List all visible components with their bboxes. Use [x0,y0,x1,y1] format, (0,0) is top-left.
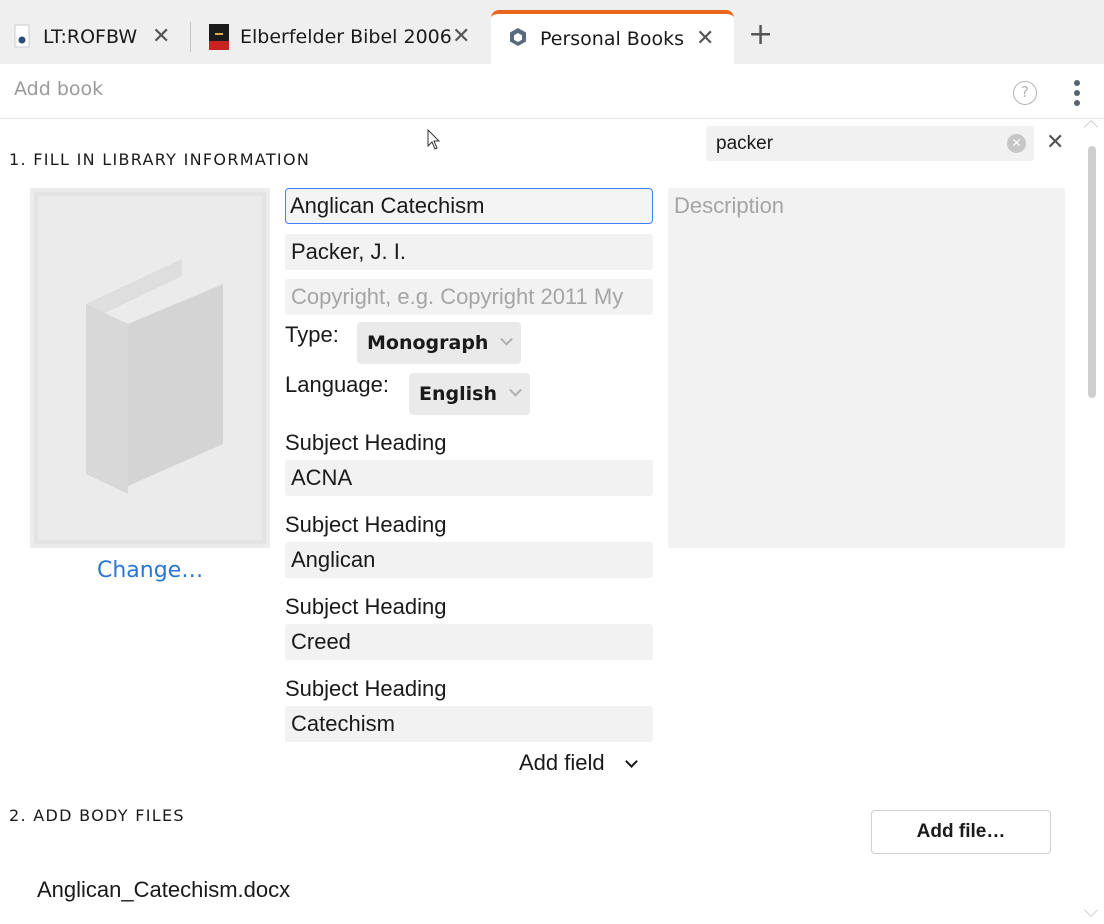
close-icon[interactable]: ✕ [152,26,170,48]
page-title: Add book [14,78,104,100]
copyright-field[interactable] [285,279,653,315]
add-file-button[interactable]: Add file… [871,810,1051,854]
language-label: Language: [285,372,389,397]
subject-heading-field[interactable] [285,624,653,660]
subject-heading-field[interactable] [285,542,653,578]
chevron-down-icon [509,383,522,397]
toolbar: Add book ? [0,64,1104,119]
title-field[interactable] [285,188,653,224]
tab-elberfelder[interactable]: Elberfelder Bibel 2006 ✕ [192,10,488,64]
bible-cover-icon [209,24,229,50]
add-field-button[interactable]: Add field [519,750,605,776]
search-input[interactable] [716,130,996,157]
chevron-down-icon [500,332,514,346]
subject-heading-label: Subject Heading [285,430,447,455]
tab-label: LT:ROFBW [43,26,138,48]
tab-personal-books[interactable]: Personal Books ✕ [491,10,734,64]
section-title-body-files: 2. ADD BODY FILES [9,806,185,825]
type-dropdown[interactable]: Monograph [357,322,522,364]
tab-divider [190,22,191,52]
author-field[interactable] [285,234,653,270]
book-placeholder-icon [86,259,223,494]
tab-label: Personal Books [540,28,684,50]
file-list-item[interactable]: Anglican_Catechism.docx [37,877,290,903]
description-field[interactable] [668,188,1065,548]
type-value: Monograph [367,332,489,354]
close-icon[interactable]: ✕ [1046,131,1064,155]
tab-label: Elberfelder Bibel 2006 [240,26,452,48]
subject-heading-field[interactable] [285,460,653,496]
subject-heading-label: Subject Heading [285,512,447,537]
scroll-down-icon[interactable] [1083,902,1099,918]
tab-ltrofbw[interactable]: LT:ROFBW ✕ [0,10,190,64]
help-icon[interactable]: ? [1013,81,1037,105]
cover-placeholder [38,196,262,540]
mouse-cursor-icon [427,129,441,150]
book-cover[interactable] [30,188,270,548]
subject-heading-field[interactable] [285,706,653,742]
subject-heading-label: Subject Heading [285,594,447,619]
scroll-up-icon[interactable] [1083,119,1099,135]
language-value: English [419,383,497,405]
clear-search-icon[interactable]: ✕ [1007,134,1026,153]
language-dropdown[interactable]: English [409,373,530,415]
change-cover-link[interactable]: Change… [97,558,203,583]
close-icon[interactable]: ✕ [696,28,714,50]
book-page-icon [14,24,30,48]
more-options-icon[interactable] [1072,80,1082,106]
hexagon-icon [510,28,526,46]
tab-bar: LT:ROFBW ✕ Elberfelder Bibel 2006 ✕ Pers… [0,0,1104,64]
section-title-library-info: 1. FILL IN LIBRARY INFORMATION [9,150,311,169]
chevron-down-icon[interactable] [625,755,638,768]
plus-icon[interactable]: + [748,20,773,50]
close-icon[interactable]: ✕ [452,26,470,48]
scrollbar-thumb[interactable] [1088,146,1096,398]
subject-heading-label: Subject Heading [285,676,447,701]
search-box: ✕ [706,126,1034,161]
type-label: Type: [285,322,339,347]
